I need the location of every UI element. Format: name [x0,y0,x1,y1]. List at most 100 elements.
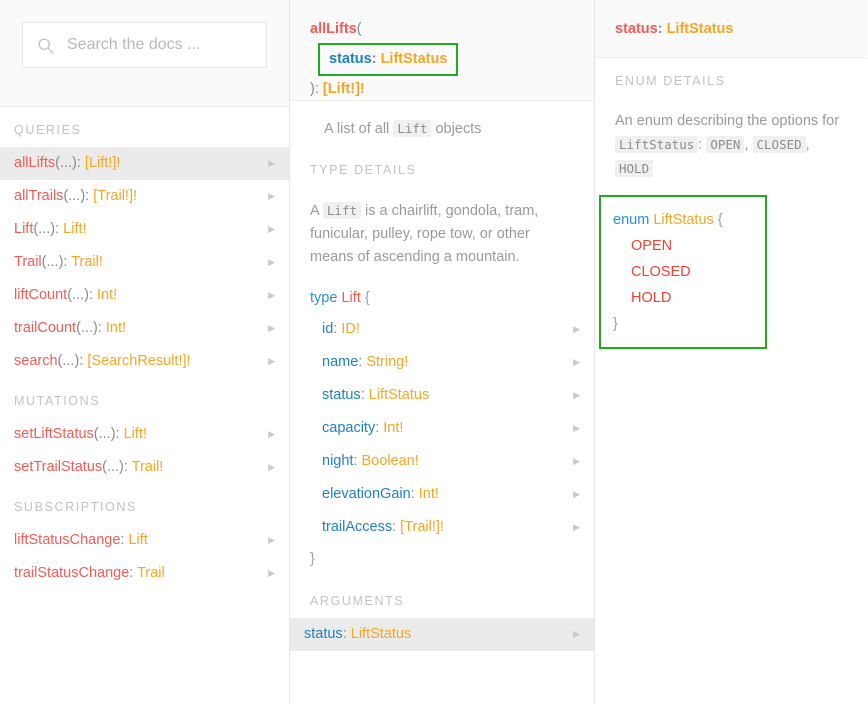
enum-description: An enum describing the options for LiftS… [615,113,840,177]
sidebar-sections: QUERIES allLifts(...): [Lift!]! ▶ allTra… [0,107,289,590]
type-field-status[interactable]: status: LiftStatus ▶ [290,379,594,412]
sidebar-item-label: allTrails(...): [Trail!]! [14,188,138,204]
inline-code-closed: CLOSED [752,136,806,153]
chevron-right-icon: ▶ [573,324,580,334]
signature-line-open: allLifts( [310,21,362,37]
inline-code-hold: HOLD [615,160,654,177]
type-details-title: TYPE DETAILS [310,163,417,177]
enum-value-closed: CLOSED [631,264,691,280]
sidebar-item-label: setLiftStatus(...): Lift! [14,426,147,442]
enum-block-open: enum LiftStatus { [613,212,723,228]
sidebar-item-label: trailStatusChange: Trail [14,565,165,581]
sidebar-list-subscriptions: liftStatusChange: Lift ▶ trailStatusChan… [0,524,289,590]
sidebar-item-label: Lift(...): Lift! [14,221,87,237]
sidebar-item-label: trailCount(...): Int! [14,320,127,336]
chevron-right-icon: ▶ [268,535,275,545]
sidebar-list-mutations: setLiftStatus(...): Lift! ▶ setTrailStat… [0,418,289,484]
chevron-right-icon: ▶ [573,357,580,367]
search-input[interactable] [67,36,252,54]
sidebar-item-label: search(...): [SearchResult!]! [14,353,191,369]
chevron-right-icon: ▶ [268,323,275,333]
sidebar-item-liftStatusChange[interactable]: liftStatusChange: Lift ▶ [0,524,289,557]
sidebar-item-label: allLifts(...): [Lift!]! [14,155,121,171]
type-field-id[interactable]: id: ID! ▶ [290,313,594,346]
annotation-box-enum: enum LiftStatus { OPEN CLOSED HOLD } [599,195,767,349]
chevron-right-icon: ▶ [573,390,580,400]
sidebar-section-title-subscriptions: SUBSCRIPTIONS [14,500,137,514]
chevron-right-icon: ▶ [573,522,580,532]
sidebar-list-queries: allLifts(...): [Lift!]! ▶ allTrails(...)… [0,147,289,378]
chevron-right-icon: ▶ [268,568,275,578]
sidebar-item-setLiftStatus[interactable]: setLiftStatus(...): Lift! ▶ [0,418,289,451]
inline-code-lift-type: Lift [322,202,362,219]
chevron-right-icon: ▶ [268,257,275,267]
type-field-label: capacity: Int! [322,420,404,436]
sidebar-item-label: liftCount(...): Int! [14,287,118,303]
argument-item-status[interactable]: status: LiftStatus ▶ [290,618,594,651]
type-field-capacity[interactable]: capacity: Int! ▶ [290,412,594,445]
chevron-right-icon: ▶ [268,356,275,366]
sidebar-section-title-queries: QUERIES [14,123,82,137]
type-field-elevationGain[interactable]: elevationGain: Int! ▶ [290,478,594,511]
type-field-name[interactable]: name: String! ▶ [290,346,594,379]
inline-code-liftstatus: LiftStatus [615,136,699,153]
signature-line-close: ): [Lift!]! [310,81,365,97]
graphql-docs-explorer: QUERIES allLifts(...): [Lift!]! ▶ allTra… [0,0,868,703]
sidebar-item-label: liftStatusChange: Lift [14,532,148,548]
type-field-trailAccess[interactable]: trailAccess: [Trail!]! ▶ [290,511,594,544]
sidebar-item-label: Trail(...): Trail! [14,254,103,270]
enum-value-hold: HOLD [631,290,672,306]
type-field-label: night: Boolean! [322,453,419,469]
chevron-right-icon: ▶ [268,224,275,234]
enum-value-open: OPEN [631,238,673,254]
annotation-box-argument[interactable]: status: LiftStatus [318,43,459,76]
enum-detail-column: status: LiftStatus ENUM DETAILS An enum … [595,0,867,703]
enum-block-wrapper: enum LiftStatus { OPEN CLOSED HOLD } [595,187,867,349]
search-box[interactable] [22,22,267,68]
chevron-right-icon: ▶ [573,456,580,466]
sidebar-item-Lift[interactable]: Lift(...): Lift! ▶ [0,213,289,246]
field-detail-column: allLifts( status: LiftStatus ): [Lift!]!… [290,0,595,703]
inline-code-lift: Lift [393,120,432,137]
search-icon [38,37,54,53]
chevron-right-icon: ▶ [573,423,580,433]
chevron-right-icon: ▶ [573,629,580,639]
inline-code-open: OPEN [706,136,745,153]
sidebar-item-liftCount[interactable]: liftCount(...): Int! ▶ [0,279,289,312]
sidebar-item-allTrails[interactable]: allTrails(...): [Trail!]! ▶ [0,180,289,213]
field-description: A list of all Lift objects [324,120,482,137]
sidebar-item-setTrailStatus[interactable]: setTrailStatus(...): Trail! ▶ [0,451,289,484]
type-field-label: elevationGain: Int! [322,486,439,502]
search-area [0,0,289,107]
enum-details-title: ENUM DETAILS [615,74,726,88]
sidebar-section-title-mutations: MUTATIONS [14,394,101,408]
type-field-list: id: ID! ▶ name: String! ▶ status: LiftSt… [290,313,594,544]
signature-argument-annotated: status: LiftStatus [310,41,574,78]
chevron-right-icon: ▶ [268,429,275,439]
signature-line: status: LiftStatus [615,21,734,37]
type-field-label: id: ID! [322,321,360,337]
sidebar-item-trailCount[interactable]: trailCount(...): Int! ▶ [0,312,289,345]
sidebar-item-label: setTrailStatus(...): Trail! [14,459,164,475]
argument-signature-header: status: LiftStatus [595,0,867,58]
sidebar-item-trailStatusChange[interactable]: trailStatusChange: Trail ▶ [0,557,289,590]
type-description: A Lift is a chairlift, gondola, tram, fu… [310,202,539,265]
sidebar-column: QUERIES allLifts(...): [Lift!]! ▶ allTra… [0,0,290,703]
enum-block-close: } [613,316,618,332]
arguments-title: ARGUMENTS [310,594,405,608]
type-block-open: type Lift { [310,290,370,306]
chevron-right-icon: ▶ [268,158,275,168]
chevron-right-icon: ▶ [268,462,275,472]
sidebar-item-allLifts[interactable]: allLifts(...): [Lift!]! ▶ [0,147,289,180]
sidebar-item-search[interactable]: search(...): [SearchResult!]! ▶ [0,345,289,378]
chevron-right-icon: ▶ [268,191,275,201]
type-block-close: } [310,551,315,567]
type-field-label: status: LiftStatus [322,387,430,403]
type-field-label: trailAccess: [Trail!]! [322,519,444,535]
field-signature-header: allLifts( status: LiftStatus ): [Lift!]! [290,0,594,101]
chevron-right-icon: ▶ [268,290,275,300]
type-field-night[interactable]: night: Boolean! ▶ [290,445,594,478]
chevron-right-icon: ▶ [573,489,580,499]
sidebar-item-Trail[interactable]: Trail(...): Trail! ▶ [0,246,289,279]
argument-item-label: status: LiftStatus [304,626,412,642]
